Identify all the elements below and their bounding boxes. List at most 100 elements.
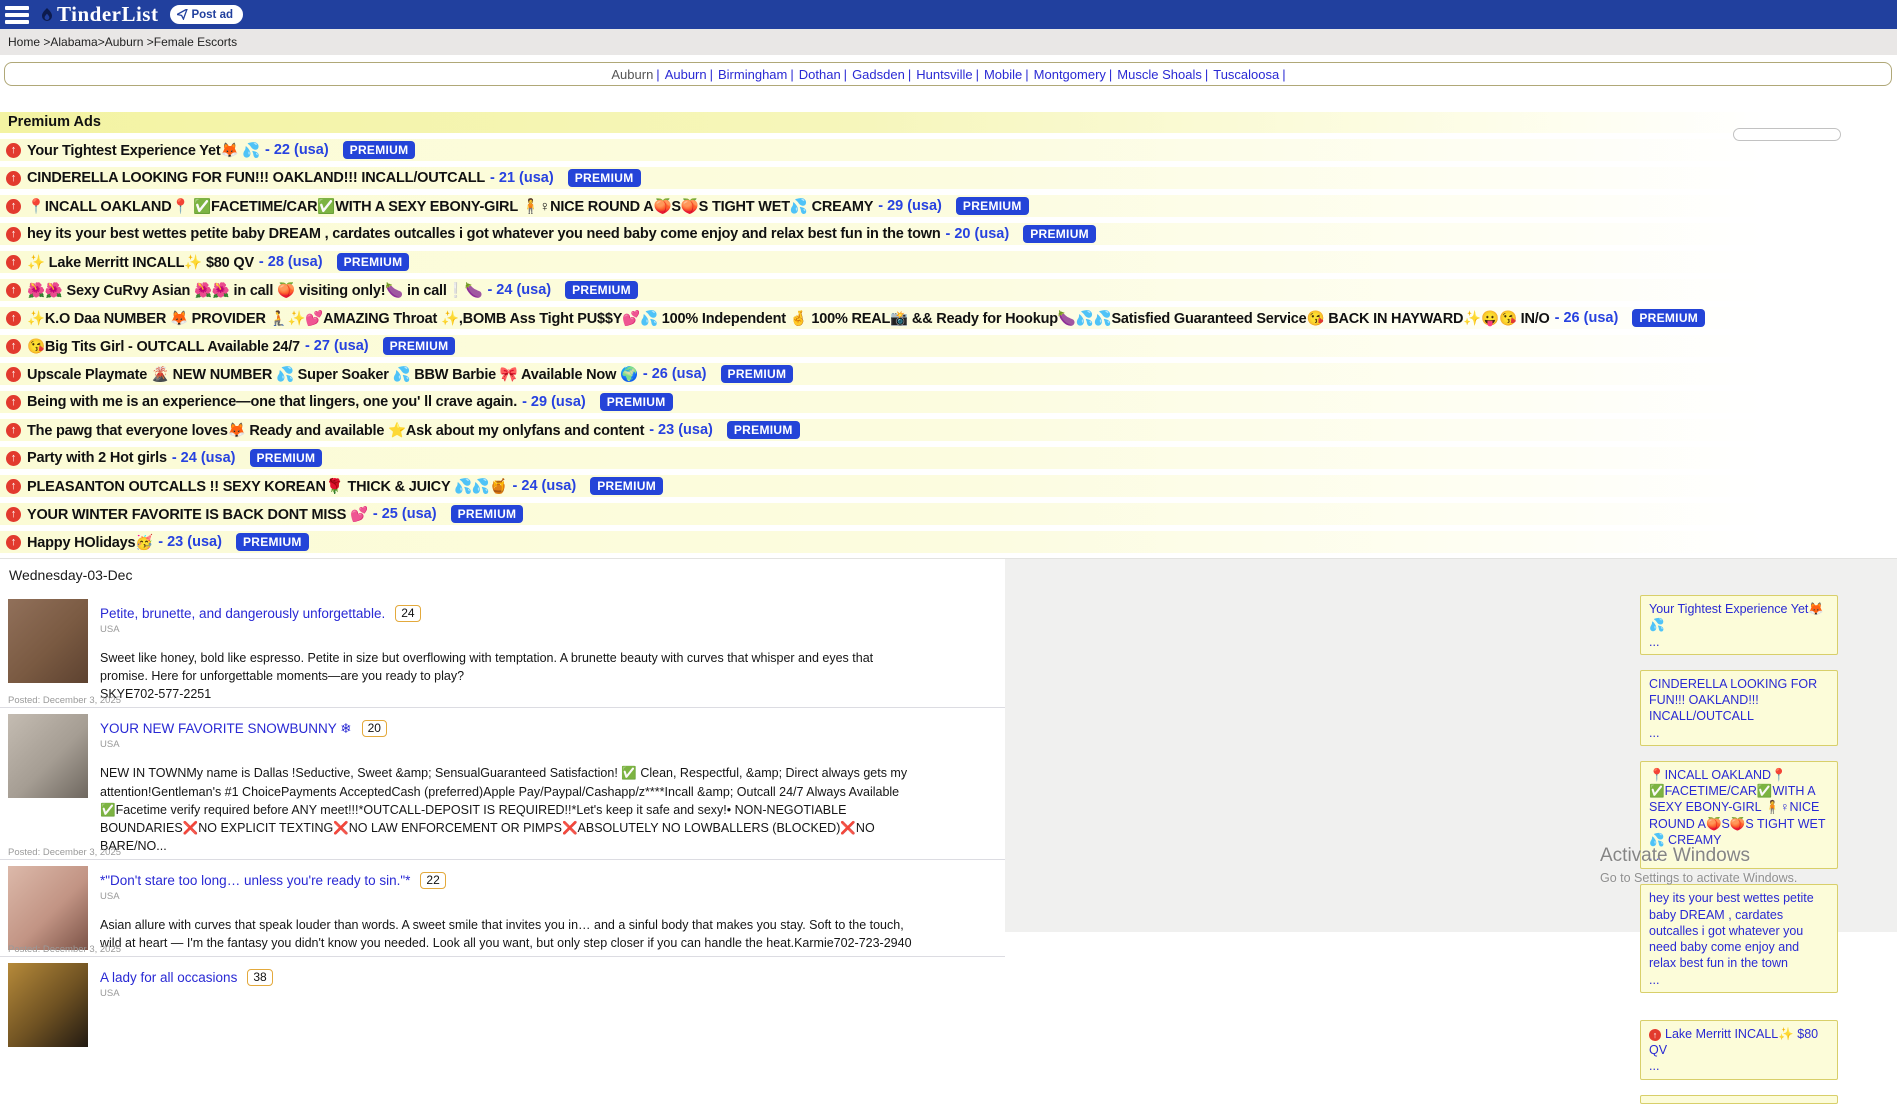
premium-ad-row[interactable]: ↑ hey its your best wettes petite baby D…	[0, 223, 1897, 245]
city-separator: |	[908, 67, 911, 82]
premium-ad-age: - 26 (usa)	[1555, 310, 1619, 326]
city-link[interactable]: Dothan	[799, 67, 841, 82]
premium-badge: PREMIUM	[956, 197, 1029, 215]
premium-ad-title[interactable]: Your Tightest Experience Yet🦊 💦	[27, 142, 260, 159]
premium-ad-title[interactable]: 😘Big Tits Girl - OUTCALL Available 24/7	[27, 338, 300, 355]
listing-thumbnail[interactable]	[8, 714, 88, 798]
premium-ad-title[interactable]: ✨K.O Daa NUMBER 🦊 PROVIDER 🧎✨💕AMAZING Th…	[27, 310, 1550, 327]
sidebar-ad-title[interactable]: Lake Merritt INCALL✨ $80 QV	[1649, 1027, 1818, 1057]
listing-posted-date: Posted: December 3, 2025	[8, 944, 121, 955]
sidebar-ad-ellipsis: ...	[1649, 1058, 1829, 1074]
premium-ad-row[interactable]: ↑ Being with me is an experience—one tha…	[0, 391, 1897, 413]
premium-ad-age: - 23 (usa)	[158, 534, 222, 550]
premium-ad-title[interactable]: hey its your best wettes petite baby DRE…	[27, 226, 941, 242]
listing-thumbnail[interactable]	[8, 599, 88, 683]
listing-country: USA	[100, 988, 1005, 999]
premium-ad-age: - 29 (usa)	[522, 394, 586, 410]
premium-ad-title[interactable]: CINDERELLA LOOKING FOR FUN!!! OAKLAND!!!…	[27, 170, 485, 186]
premium-ad-row[interactable]: ↑ Upscale Playmate 🌋 NEW NUMBER 💦 Super …	[0, 363, 1897, 385]
listing-thumbnail[interactable]	[8, 866, 88, 950]
sidebar-ad-box[interactable]: ↑Lake Merritt INCALL✨ $80 QV ...	[1640, 1020, 1838, 1080]
sidebar-ad-title[interactable]: CINDERELLA LOOKING FOR FUN!!! OAKLAND!!!…	[1649, 677, 1817, 724]
city-separator: |	[1205, 67, 1208, 82]
listing-thumbnail[interactable]	[8, 963, 88, 1047]
premium-ad-row[interactable]: ↑ Your Tightest Experience Yet🦊 💦 - 22 (…	[0, 139, 1897, 161]
premium-ad-row[interactable]: ↑ The pawg that everyone loves🦊 Ready an…	[0, 419, 1897, 441]
premium-ad-title[interactable]: Being with me is an experience—one that …	[27, 394, 517, 410]
premium-badge: PREMIUM	[590, 477, 663, 495]
bump-up-icon: ↑	[6, 451, 21, 466]
city-link[interactable]: Gadsden	[852, 67, 905, 82]
bump-up-icon: ↑	[6, 339, 21, 354]
scrollbar-thumb[interactable]	[1733, 128, 1841, 141]
premium-ad-title[interactable]: PLEASANTON OUTCALLS !! SEXY KOREAN🌹 THIC…	[27, 478, 508, 495]
menu-icon[interactable]	[5, 6, 29, 24]
bump-up-icon: ↑	[6, 395, 21, 410]
city-separator: |	[710, 67, 713, 82]
premium-ad-title[interactable]: Happy HOlidays🥳	[27, 534, 153, 551]
premium-ad-title[interactable]: Upscale Playmate 🌋 NEW NUMBER 💦 Super So…	[27, 366, 638, 383]
premium-ad-title[interactable]: ✨ Lake Merritt INCALL✨ $80 QV	[27, 254, 254, 271]
premium-ad-row[interactable]: ↑ 🌺🌺 Sexy CuRvy Asian 🌺🌺 in call 🍑 visit…	[0, 279, 1897, 301]
city-link[interactable]: Auburn	[665, 67, 707, 82]
breadcrumb-bar: Home >Alabama>Auburn >Female Escorts	[0, 29, 1897, 55]
premium-badge: PREMIUM	[451, 505, 524, 523]
sidebar-ad-box[interactable]: ↑CINDERELLA LOOKING FOR FUN!!! OAKLAND!!…	[1640, 670, 1838, 746]
sidebar-ad-box[interactable]: ↑hey its your best wettes petite baby DR…	[1640, 884, 1838, 993]
activate-windows-watermark: Activate Windows Go to Settings to activ…	[1600, 845, 1797, 885]
city-link[interactable]: Auburn	[611, 67, 653, 82]
premium-ad-row[interactable]: ↑ 📍INCALL OAKLAND📍 ✅FACETIME/CAR✅WITH A …	[0, 195, 1897, 217]
premium-badge: PREMIUM	[600, 393, 673, 411]
city-link[interactable]: Mobile	[984, 67, 1022, 82]
listing-title-link[interactable]: Petite, brunette, and dangerously unforg…	[100, 606, 385, 621]
premium-ad-row[interactable]: ↑ ✨ Lake Merritt INCALL✨ $80 QV - 28 (us…	[0, 251, 1897, 273]
city-link[interactable]: Tuscaloosa	[1213, 67, 1279, 82]
sidebar-ad-title[interactable]: 📍INCALL OAKLAND📍 ✅FACETIME/CAR✅WITH A SE…	[1649, 768, 1826, 847]
bump-up-icon: ↑	[6, 143, 21, 158]
premium-ad-title[interactable]: YOUR WINTER FAVORITE IS BACK DONT MISS 💕	[27, 506, 368, 523]
premium-ad-row[interactable]: ↑ ✨K.O Daa NUMBER 🦊 PROVIDER 🧎✨💕AMAZING …	[0, 307, 1897, 329]
premium-ad-row[interactable]: ↑ CINDERELLA LOOKING FOR FUN!!! OAKLAND!…	[0, 167, 1897, 189]
premium-ad-title[interactable]: Party with 2 Hot girls	[27, 450, 167, 466]
premium-ad-row[interactable]: ↑ PLEASANTON OUTCALLS !! SEXY KOREAN🌹 TH…	[0, 475, 1897, 497]
premium-ad-row[interactable]: ↑ 😘Big Tits Girl - OUTCALL Available 24/…	[0, 335, 1897, 357]
city-link[interactable]: Birmingham	[718, 67, 787, 82]
premium-badge: PREMIUM	[383, 337, 456, 355]
premium-ad-title[interactable]: 📍INCALL OAKLAND📍 ✅FACETIME/CAR✅WITH A SE…	[27, 198, 873, 215]
paper-plane-icon	[177, 9, 188, 20]
premium-ad-title[interactable]: 🌺🌺 Sexy CuRvy Asian 🌺🌺 in call 🍑 visitin…	[27, 282, 482, 299]
listing-description: Asian allure with curves that speak loud…	[100, 916, 915, 952]
watermark-title: Activate Windows	[1600, 845, 1797, 867]
premium-ad-age: - 25 (usa)	[373, 506, 437, 522]
sidebar-ad-title[interactable]: hey its your best wettes petite baby DRE…	[1649, 891, 1814, 970]
sidebar-ad-title[interactable]: Your Tightest Experience Yet🦊 💦	[1649, 602, 1824, 632]
listing-title-link[interactable]: *"Don't stare too long… unless you're re…	[100, 873, 410, 888]
listing-title-link[interactable]: YOUR NEW FAVORITE SNOWBUNNY ❄	[100, 721, 352, 737]
listing-country: USA	[100, 624, 1005, 635]
breadcrumb[interactable]: Home >Alabama>Auburn >Female Escorts	[8, 35, 237, 49]
bump-up-icon: ↑	[6, 255, 21, 270]
brand-logo[interactable]: TinderList	[39, 2, 158, 27]
premium-ad-row[interactable]: ↑ Party with 2 Hot girls - 24 (usa) PREM…	[0, 447, 1897, 469]
listing-age-badge: 20	[362, 720, 387, 737]
city-link[interactable]: Montgomery	[1034, 67, 1106, 82]
sidebar-ad-box[interactable]: ↑Your Tightest Experience Yet🦊 💦 ...	[1640, 595, 1838, 655]
listing-feed: Wednesday-03-Dec Petite, brunette, and d…	[0, 558, 1005, 1053]
post-ad-button[interactable]: Post ad	[170, 5, 243, 24]
city-link[interactable]: Huntsville	[916, 67, 972, 82]
city-link[interactable]: Muscle Shoals	[1117, 67, 1202, 82]
bump-up-icon: ↑	[6, 227, 21, 242]
premium-ad-title[interactable]: The pawg that everyone loves🦊 Ready and …	[27, 422, 644, 439]
city-separator: |	[1109, 67, 1112, 82]
listing-title-link[interactable]: A lady for all occasions	[100, 970, 237, 985]
sidebar-ad-box[interactable]: ↑	[1640, 1095, 1838, 1104]
city-separator: |	[1282, 67, 1285, 82]
listing-row: A lady for all occasions 38 USA	[0, 957, 1005, 1053]
premium-ad-row[interactable]: ↑ YOUR WINTER FAVORITE IS BACK DONT MISS…	[0, 503, 1897, 525]
premium-ad-age: - 28 (usa)	[259, 254, 323, 270]
listing-country: USA	[100, 891, 1005, 902]
premium-badge: PREMIUM	[568, 169, 641, 187]
premium-ad-row[interactable]: ↑ Happy HOlidays🥳 - 23 (usa) PREMIUM	[0, 531, 1897, 553]
listing-list: Petite, brunette, and dangerously unforg…	[0, 593, 1005, 1053]
premium-ad-age: - 21 (usa)	[490, 170, 554, 186]
